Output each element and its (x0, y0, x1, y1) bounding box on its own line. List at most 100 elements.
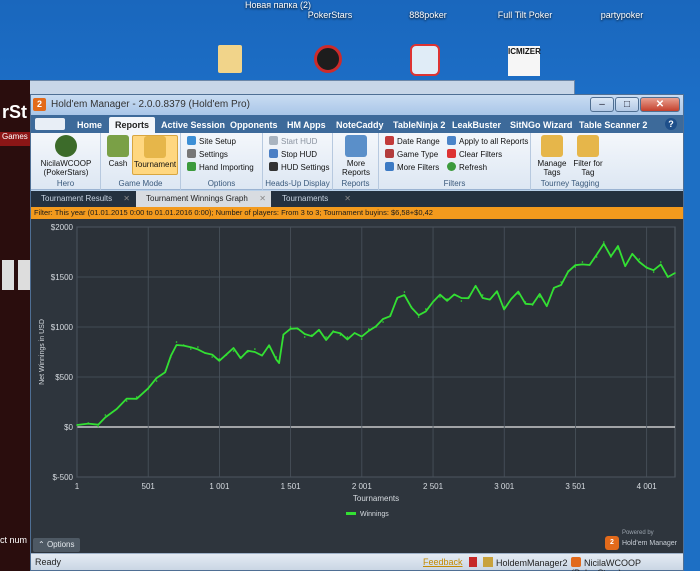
hero-status-icon (571, 557, 581, 567)
help-icon[interactable]: ? (665, 118, 677, 130)
desktop-icon-fulltilt[interactable]: Full Tilt Poker (485, 10, 565, 20)
data-point (211, 356, 213, 358)
refresh-icon (447, 162, 456, 171)
data-point (87, 422, 90, 424)
trophy-icon (144, 136, 166, 158)
settings-button[interactable]: Settings (187, 149, 228, 161)
close-icon[interactable]: ✕ (344, 191, 351, 207)
tab-tournament-winnings-graph[interactable]: Tournament Winnings Graph ✕ (136, 191, 271, 207)
stop-hud-button[interactable]: Stop HUD (269, 149, 317, 161)
ribbon-group-tagging: Manage Tags Filter for Tag Tourney Taggi… (531, 133, 609, 190)
tab-notecaddy[interactable]: NoteCaddy (330, 117, 390, 133)
cash-button[interactable]: Cash (105, 135, 131, 168)
winnings-chart-svg: $-500 $0 $500 $1000 $1500 $2000 1 501 1 001 1 501… (39, 223, 676, 518)
data-point (396, 298, 399, 300)
desktop-icon-pokerstars[interactable]: PokerStars (290, 10, 370, 20)
ribbon-group-hud: Start HUD Stop HUD HUD Settings Heads-Up… (263, 133, 333, 190)
data-point (225, 354, 228, 356)
background-card (2, 260, 14, 290)
data-point (155, 380, 158, 382)
date-range-button[interactable]: Date Range (385, 136, 440, 148)
data-point (368, 328, 370, 330)
hand-importing-button[interactable]: Hand Importing (187, 162, 254, 174)
group-label: Game Mode (118, 179, 163, 188)
data-point (617, 248, 619, 250)
data-point (460, 300, 463, 302)
more-reports-button[interactable]: More Reports (336, 135, 376, 177)
desktop-icon-partypoker[interactable]: partypoker (582, 10, 662, 20)
tab-active-session[interactable]: Active Session (155, 117, 231, 133)
ribbon-group-options: Site Setup Settings Hand Importing Optio… (181, 133, 263, 190)
tab-table-scanner[interactable]: Table Scanner 2 (573, 117, 653, 133)
data-point (97, 425, 100, 428)
start-hud-button[interactable]: Start HUD (269, 136, 317, 148)
avatar (55, 135, 77, 157)
data-point (531, 304, 534, 306)
maximize-button[interactable]: □ (615, 97, 639, 112)
status-hero-label: NicilaWCOOP (PokerStars) (571, 558, 641, 571)
more-filters-button[interactable]: More Filters (385, 162, 439, 174)
tab-tournament-results[interactable]: Tournament Results ✕ (31, 191, 135, 207)
options-bar: ⌃ Options Powered by 2 Hold'em Manager (31, 530, 683, 553)
close-button[interactable]: ✕ (640, 97, 680, 112)
filter-for-tag-button[interactable]: Filter for Tag (571, 135, 605, 177)
flag-icon[interactable] (469, 557, 477, 567)
data-point (76, 424, 78, 426)
tab-home[interactable]: Home (71, 117, 108, 133)
hud-settings-button[interactable]: HUD Settings (269, 162, 329, 174)
group-label: Tourney Tagging (540, 179, 600, 188)
close-icon[interactable]: ✕ (259, 191, 266, 207)
close-icon[interactable]: ✕ (123, 191, 130, 207)
pokerstars-icon[interactable] (314, 45, 342, 73)
hm2-logo-icon: 2 (604, 536, 619, 550)
minimize-button[interactable]: – (590, 97, 614, 112)
data-point (410, 306, 413, 308)
refresh-button[interactable]: Refresh (447, 162, 487, 174)
site-setup-button[interactable]: Site Setup (187, 136, 236, 148)
data-point (239, 356, 242, 358)
desktop-icon-888poker[interactable]: 888poker (388, 10, 468, 20)
data-point (602, 241, 605, 243)
manage-tags-button[interactable]: Manage Tags (535, 135, 569, 177)
tournament-label: Tournament (133, 160, 177, 169)
tab-tournaments[interactable]: Tournaments ✕ (272, 191, 356, 207)
tags-icon (541, 135, 563, 157)
filter-bar[interactable]: Filter: This year (01.01.2015 0:00 to 01… (31, 207, 683, 219)
tab-opponents[interactable]: Opponents (224, 117, 284, 133)
feedback-link[interactable]: Feedback (423, 557, 463, 567)
tab-leakbuster[interactable]: LeakBuster (446, 117, 507, 133)
ribbon-group-reports: More Reports Reports (333, 133, 379, 190)
data-point (553, 288, 555, 290)
folder-icon[interactable] (218, 45, 242, 73)
data-point (182, 344, 185, 346)
data-point (296, 328, 299, 330)
status-hero[interactable]: NicilaWCOOP (PokerStars) (571, 557, 683, 571)
options-button[interactable]: ⌃ Options (33, 538, 80, 552)
hud-settings-icon (269, 162, 278, 171)
data-point (446, 298, 448, 300)
game-type-button[interactable]: Game Type (385, 149, 438, 161)
status-app[interactable]: HoldemManager2 (483, 557, 568, 568)
tab-sitngo-wizard[interactable]: SitNGo Wizard (504, 117, 578, 133)
window-titlebar[interactable]: 2 Hold'em Manager - 2.0.0.8379 (Hold'em … (31, 95, 683, 115)
tab-label: Tournament Results (41, 194, 113, 203)
cash-icon (107, 135, 129, 157)
data-point (289, 326, 292, 328)
tournament-button[interactable]: Tournament (132, 135, 178, 175)
cash-label: Cash (108, 159, 128, 168)
data-point (610, 256, 612, 258)
clear-filters-button[interactable]: Clear Filters (447, 149, 502, 161)
quick-access-toolbar[interactable] (35, 118, 65, 130)
hero-selector[interactable]: NicilaWCOOP (PokerStars) (35, 135, 97, 177)
site-setup-label: Site Setup (199, 137, 236, 146)
tab-tableninja[interactable]: TableNinja 2 (387, 117, 451, 133)
tab-hm-apps[interactable]: HM Apps (281, 117, 332, 133)
apply-to-all-button[interactable]: Apply to all Reports (447, 136, 528, 148)
tab-reports[interactable]: Reports (109, 117, 156, 133)
window-title: Hold'em Manager - 2.0.0.8379 (Hold'em Pr… (51, 99, 250, 110)
desktop-icon-new-folder[interactable]: Новая папка (2) (238, 0, 318, 10)
play-icon (269, 136, 278, 145)
888poker-icon[interactable] (410, 44, 440, 76)
icmizer-icon[interactable]: ICMIZER (508, 46, 541, 76)
data-point (218, 358, 221, 360)
